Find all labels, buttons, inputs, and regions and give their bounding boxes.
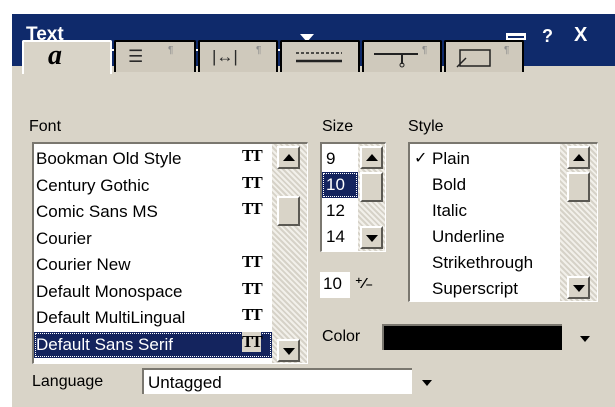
tab-font[interactable]: a (22, 40, 112, 74)
size-list-item[interactable]: 9 (322, 146, 358, 172)
font-list-item[interactable]: Courier (34, 226, 272, 252)
style-list-item[interactable]: Italic (410, 198, 560, 224)
scroll-up-button[interactable] (360, 146, 383, 169)
style-list-item[interactable]: Strikethrough (410, 250, 560, 276)
font-list-item[interactable]: Century Gothic (34, 173, 272, 199)
size-list-item[interactable]: 12 (322, 198, 358, 224)
pilcrow-icon: ¶ (504, 45, 510, 56)
tab-stop-icon (374, 53, 418, 68)
font-label: Font (29, 118, 62, 135)
size-list-scrollbar[interactable] (358, 144, 385, 251)
chevron-down-icon (366, 235, 378, 242)
checkmark-icon: ✓ (414, 150, 428, 167)
scroll-down-button[interactable] (567, 276, 590, 299)
scroll-down-button[interactable] (277, 339, 300, 362)
size-list-item[interactable]: 14 (322, 224, 358, 250)
tab-rules[interactable] (280, 40, 360, 72)
scroll-down-button[interactable] (360, 226, 383, 249)
scroll-up-button[interactable] (567, 146, 590, 169)
style-list-item[interactable]: Superscript (410, 276, 560, 301)
font-list-item[interactable]: Comic Sans MS (34, 199, 272, 225)
tab-frame[interactable]: ¶ (444, 40, 524, 72)
language-label: Language (32, 373, 104, 390)
truetype-icon: TT (242, 305, 263, 324)
truetype-icon: TT (242, 331, 263, 352)
chevron-down-icon (573, 285, 585, 292)
custom-size-field[interactable]: 10 (320, 272, 350, 298)
help-button[interactable]: ? (542, 26, 553, 47)
alignment-icon: ☰ (128, 47, 144, 66)
chevron-up-icon (573, 154, 585, 161)
scroll-thumb[interactable] (360, 172, 383, 202)
text-palette: Text ? X a ☰ ¶ |↔| ¶ ¶ ¶ Font Bookman Ol… (12, 14, 615, 407)
font-list-item[interactable]: Courier New (34, 252, 272, 278)
truetype-icon: TT (242, 252, 263, 271)
scroll-thumb[interactable] (277, 196, 300, 226)
chevron-up-icon (283, 154, 295, 161)
color-swatch[interactable] (382, 324, 562, 350)
chevron-down-icon (283, 348, 295, 355)
color-dropdown-arrow-icon[interactable] (580, 336, 590, 342)
color-label: Color (322, 328, 361, 345)
pilcrow-icon: ¶ (256, 45, 262, 56)
pilcrow-icon: ¶ (422, 45, 428, 56)
chevron-up-icon (366, 154, 378, 161)
font-list-item[interactable]: Default Monospace (34, 279, 272, 305)
style-list-item[interactable]: Bold (410, 172, 560, 198)
style-label: Style (408, 118, 444, 135)
size-list[interactable]: 9 10 12 14 (320, 142, 386, 252)
font-list-scrollbar[interactable] (272, 144, 307, 363)
language-dropdown[interactable]: Untagged (142, 368, 412, 394)
font-list-item[interactable]: Bookman Old Style (34, 146, 272, 172)
tab-alignment[interactable]: ☰ ¶ (114, 40, 196, 72)
tab-tabs[interactable]: ¶ (362, 40, 442, 72)
rules-icon (296, 52, 342, 63)
tab-strip: a ☰ ¶ |↔| ¶ ¶ ¶ (22, 40, 524, 74)
close-button[interactable]: X (574, 24, 587, 47)
frame-icon (456, 49, 491, 68)
tab-spacing[interactable]: |↔| ¶ (198, 40, 278, 72)
truetype-icon: TT (242, 278, 263, 298)
language-dropdown-arrow-icon[interactable] (422, 380, 432, 386)
size-stepper-icon[interactable]: ⁺⁄₋ (354, 272, 374, 296)
size-list-item[interactable]: 10 (322, 172, 358, 198)
collapse-grip-icon[interactable] (506, 33, 526, 40)
style-list-scrollbar[interactable] (560, 144, 597, 301)
truetype-icon: TT (242, 172, 263, 192)
font-tab-icon: a (48, 40, 62, 71)
style-list-item[interactable]: Underline (410, 224, 560, 250)
size-label: Size (322, 118, 354, 135)
style-list[interactable]: Plain ✓ Bold Italic Underline Strikethrough Su… (408, 142, 598, 302)
scroll-thumb[interactable] (567, 172, 590, 202)
font-list[interactable]: Bookman Old Style TT Century Gothic TT Comic… (32, 142, 308, 364)
truetype-icon: TT (242, 199, 263, 218)
pilcrow-icon: ¶ (168, 45, 174, 56)
font-list-item[interactable]: Default Sans Serif (34, 331, 272, 358)
font-list-item[interactable]: Default MultiLingual (34, 305, 272, 331)
scroll-up-button[interactable] (277, 146, 300, 169)
style-list-item[interactable]: Plain (410, 146, 560, 172)
truetype-icon: TT (242, 146, 263, 165)
spacing-icon: |↔| (212, 47, 238, 66)
